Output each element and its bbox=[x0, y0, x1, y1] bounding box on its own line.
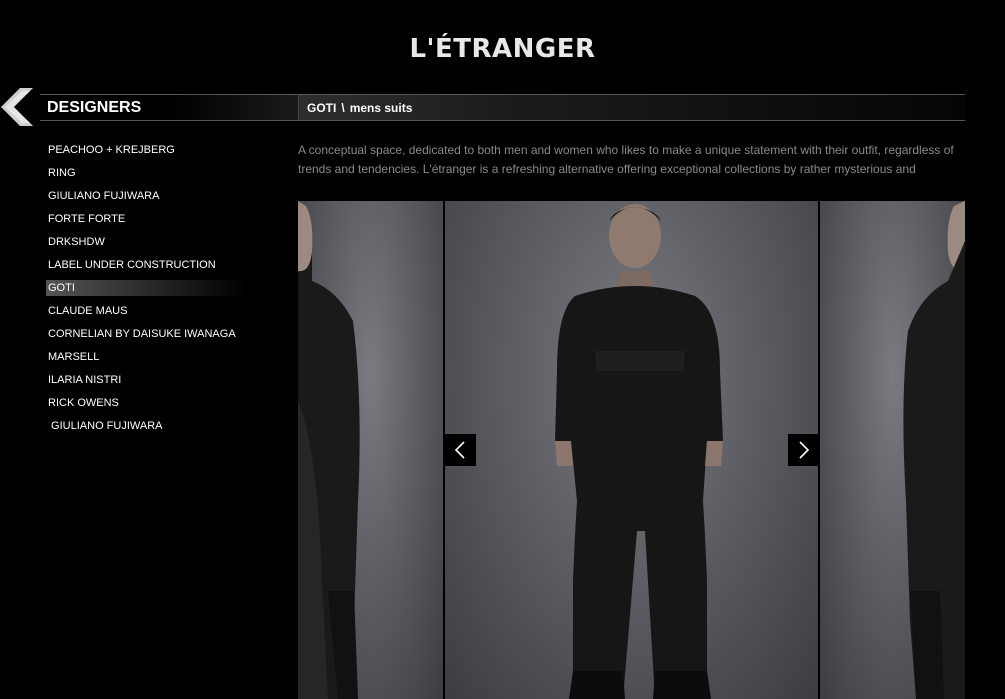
designers-header: DESIGNERS bbox=[40, 94, 298, 121]
breadcrumb: GOTI \ mens suits bbox=[307, 101, 412, 115]
chevron-left-icon bbox=[454, 441, 465, 459]
gallery-photo-current[interactable] bbox=[445, 201, 818, 699]
back-arrow-icon[interactable] bbox=[0, 86, 36, 128]
designer-item-active[interactable]: GOTI bbox=[46, 280, 246, 296]
next-image-button[interactable] bbox=[788, 434, 820, 466]
designer-list: PEACHOO + KREJBERG RING GIULIANO FUJIWAR… bbox=[46, 140, 246, 439]
designer-item[interactable]: PEACHOO + KREJBERG bbox=[46, 140, 246, 163]
designer-item[interactable]: CLAUDE MAUS bbox=[46, 301, 246, 324]
designer-item[interactable]: MARSELL bbox=[46, 347, 246, 370]
designer-item[interactable]: GIULIANO FUJIWARA bbox=[46, 186, 246, 209]
designer-item[interactable]: CORNELIAN BY DAISUKE IWANAGA bbox=[46, 324, 246, 347]
intro-description: A conceptual space, dedicated to both me… bbox=[298, 143, 954, 176]
designer-item[interactable]: GIULIANO FUJIWARA bbox=[46, 416, 246, 439]
content-header: GOTI \ mens suits bbox=[298, 94, 965, 121]
designer-item[interactable]: DRKSHDW bbox=[46, 232, 246, 255]
designer-item[interactable]: RICK OWENS bbox=[46, 393, 246, 416]
gallery-photo-previous[interactable] bbox=[298, 201, 443, 699]
designer-item[interactable]: LABEL UNDER CONSTRUCTION bbox=[46, 255, 246, 278]
designer-item[interactable]: RING bbox=[46, 163, 246, 186]
gallery-photo-next[interactable] bbox=[820, 201, 965, 699]
site-logo[interactable]: L'ÉTRANGER bbox=[0, 34, 1005, 64]
breadcrumb-separator: \ bbox=[341, 101, 345, 115]
image-gallery bbox=[298, 200, 965, 699]
designer-item[interactable]: FORTE FORTE bbox=[46, 209, 246, 232]
chevron-right-icon bbox=[799, 441, 810, 459]
designers-title: DESIGNERS bbox=[47, 99, 142, 116]
previous-image-button[interactable] bbox=[444, 434, 476, 466]
designer-item[interactable]: ILARIA NISTRI bbox=[46, 370, 246, 393]
breadcrumb-designer[interactable]: GOTI bbox=[307, 101, 336, 115]
breadcrumb-category: mens suits bbox=[349, 101, 413, 115]
